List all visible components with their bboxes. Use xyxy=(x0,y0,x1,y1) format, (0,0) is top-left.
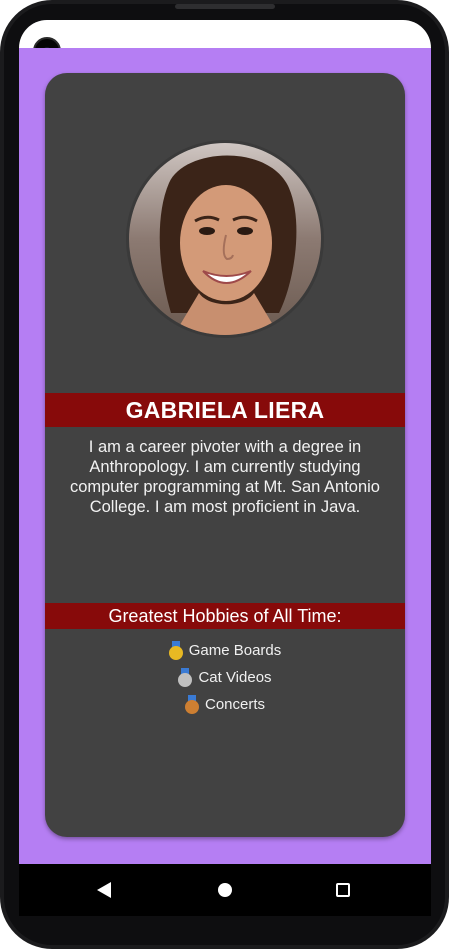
back-triangle-icon[interactable] xyxy=(97,882,111,898)
hobby-item-concerts: Concerts xyxy=(45,695,405,714)
status-bar xyxy=(19,20,431,48)
profile-photo-icon xyxy=(129,143,321,335)
hobby-label: Cat Videos xyxy=(198,669,272,686)
profile-name: GABRIELA LIERA xyxy=(125,396,325,423)
hobby-item-cat-videos: Cat Videos xyxy=(45,668,405,687)
home-circle-icon[interactable] xyxy=(218,883,232,897)
recents-square-icon[interactable] xyxy=(336,883,350,897)
gold-medal-icon xyxy=(168,641,183,660)
hobby-label: Concerts xyxy=(204,696,266,713)
hobbies-title: Greatest Hobbies of All Time: xyxy=(108,605,342,626)
name-banner: GABRIELA LIERA xyxy=(45,393,405,427)
bronze-medal-icon xyxy=(184,695,199,714)
profile-avatar xyxy=(126,140,324,338)
silver-medal-icon xyxy=(178,668,193,687)
hobbies-banner: Greatest Hobbies of All Time: xyxy=(45,603,405,629)
profile-bio: I am a career pivoter with a degree in A… xyxy=(70,438,380,516)
speaker-grille xyxy=(175,4,275,9)
hobby-item-game-boards: Game Boards xyxy=(45,641,405,660)
hobby-label: Game Boards xyxy=(188,642,282,659)
